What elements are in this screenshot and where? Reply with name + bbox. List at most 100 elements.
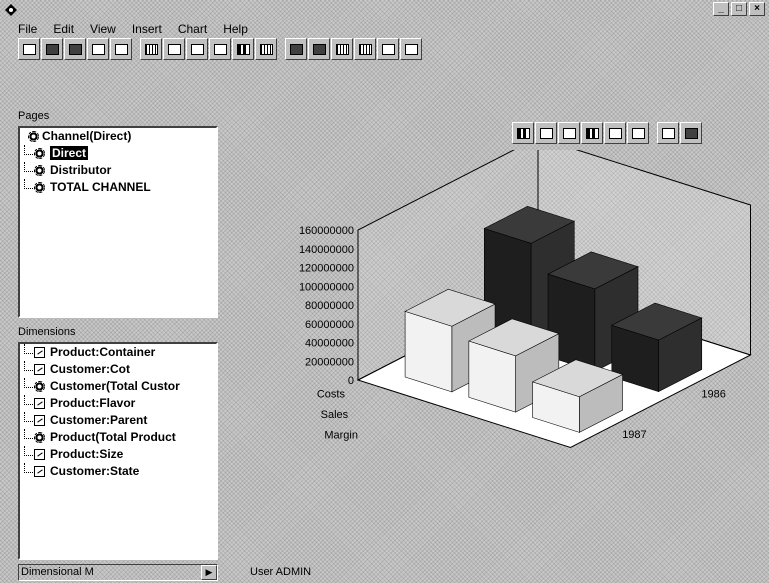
open-button[interactable] [41, 38, 63, 60]
tree-item[interactable]: Product:Flavor [20, 395, 216, 412]
drill-button[interactable] [209, 38, 231, 60]
dimension-icon [34, 347, 45, 358]
tree-item[interactable]: Customer:Cot [20, 361, 216, 378]
table-icon [259, 43, 273, 55]
y-tick-label: 40000000 [305, 338, 354, 350]
dimension-icon [34, 364, 45, 375]
maximize-button[interactable]: □ [731, 2, 747, 16]
tree-item[interactable]: Product:Container [20, 344, 216, 361]
format-button[interactable] [308, 38, 330, 60]
dimension-icon [34, 415, 45, 426]
series-label: 1986 [701, 388, 725, 400]
chart-3d-button[interactable] [581, 122, 603, 144]
tree-item-label: Product:Size [50, 447, 124, 461]
rotate-button[interactable] [140, 38, 162, 60]
tree-item[interactable]: Customer:Parent [20, 412, 216, 429]
menu-edit[interactable]: Edit [45, 20, 82, 38]
tree-item[interactable]: Distributor [20, 162, 216, 179]
tree-item[interactable]: TOTAL CHANNEL [20, 179, 216, 196]
tree-item[interactable]: Customer:State [20, 463, 216, 480]
minimize-button[interactable]: _ [713, 2, 729, 16]
pie-chart-icon [608, 127, 622, 139]
menu-bar: File Edit View Insert Chart Help [0, 20, 769, 38]
tree-item-label: Customer:Parent [50, 413, 148, 427]
save-button[interactable] [64, 38, 86, 60]
arrow-down-icon [167, 43, 181, 55]
tree-item-label: TOTAL CHANNEL [50, 180, 151, 194]
chart-line-button[interactable] [535, 122, 557, 144]
y-tick-label: 120000000 [299, 263, 354, 275]
pivot-icon [335, 43, 349, 55]
y-tick-label: 160000000 [299, 225, 354, 237]
pages-label: Pages [18, 110, 50, 122]
help-button[interactable] [400, 38, 422, 60]
bar-chart-icon [516, 127, 530, 139]
y-tick-label: 60000000 [305, 319, 354, 331]
open-icon [45, 43, 59, 55]
menu-help[interactable]: Help [215, 20, 256, 38]
line-chart-icon [539, 127, 553, 139]
filter-button[interactable] [377, 38, 399, 60]
menu-chart[interactable]: Chart [170, 20, 215, 38]
chart-area-button[interactable] [558, 122, 580, 144]
window-controls: _ □ × [713, 2, 765, 16]
close-button[interactable]: × [749, 2, 765, 16]
chart-rotate-button[interactable] [657, 122, 679, 144]
tree-item[interactable]: Product(Total Product [20, 429, 216, 446]
rotate-icon [661, 127, 675, 139]
area-chart-icon [562, 127, 576, 139]
menu-view[interactable]: View [82, 20, 124, 38]
toolbar-separator [650, 122, 656, 144]
status-bar: Dimensional M ▶ User ADMIN [0, 562, 769, 583]
gear-icon [34, 432, 45, 443]
tree-item[interactable]: Product:Size [20, 446, 216, 463]
tree-item[interactable]: Customer(Total Custor [20, 378, 216, 395]
sort-up-button[interactable] [186, 38, 208, 60]
drill-icon [213, 43, 227, 55]
dimensions-panel: Product:Container Customer:Cot Customer(To… [18, 342, 218, 560]
pivot-grid-button[interactable] [354, 38, 376, 60]
new-button[interactable] [18, 38, 40, 60]
table-button[interactable] [255, 38, 277, 60]
chart-scatter-button[interactable] [627, 122, 649, 144]
chart-pie-button[interactable] [604, 122, 626, 144]
new-icon [22, 43, 36, 55]
sort-down-button[interactable] [163, 38, 185, 60]
3d-bar-chart: 160000000 140000000 120000000 100000000 8000… [299, 150, 752, 449]
dimension-icon [34, 449, 45, 460]
tree-item-label: Distributor [50, 163, 112, 177]
chart-toolbar [512, 122, 702, 144]
chart-button[interactable] [232, 38, 254, 60]
tree-item-label: Direct [50, 146, 89, 160]
gear-icon [34, 165, 45, 176]
print-button[interactable] [87, 38, 109, 60]
menu-insert[interactable]: Insert [124, 20, 170, 38]
gear-icon [684, 127, 698, 139]
tree-item[interactable]: Direct [20, 145, 216, 162]
chart-bar-button[interactable] [512, 122, 534, 144]
rotate-icon [144, 43, 158, 55]
tree-item-label: Product:Container [50, 345, 156, 359]
title-bar: _ □ × [0, 0, 769, 20]
y-tick-label: 20000000 [305, 356, 354, 368]
filter-icon [381, 43, 395, 55]
layout-button[interactable] [285, 38, 307, 60]
y-tick-label: 140000000 [299, 244, 354, 256]
tree-item-label: Channel(Direct) [42, 129, 132, 143]
tree-item-label: Customer(Total Custor [50, 379, 180, 393]
status-scroll-right-button[interactable]: ▶ [201, 565, 217, 580]
chart-settings-button[interactable] [680, 122, 702, 144]
dimensions-label: Dimensions [18, 326, 76, 338]
category-label: Margin [324, 429, 358, 441]
toolbar-separator [133, 38, 139, 62]
pivot-button[interactable] [331, 38, 353, 60]
preview-button[interactable] [110, 38, 132, 60]
save-icon [68, 43, 82, 55]
menu-file[interactable]: File [0, 20, 45, 38]
help-icon [404, 43, 418, 55]
tree-item[interactable]: Channel(Direct) [20, 128, 216, 145]
toolbar-separator [278, 38, 284, 62]
tree-item-label: Product(Total Product [50, 430, 176, 444]
gear-icon [34, 381, 45, 392]
app-icon [5, 4, 17, 16]
